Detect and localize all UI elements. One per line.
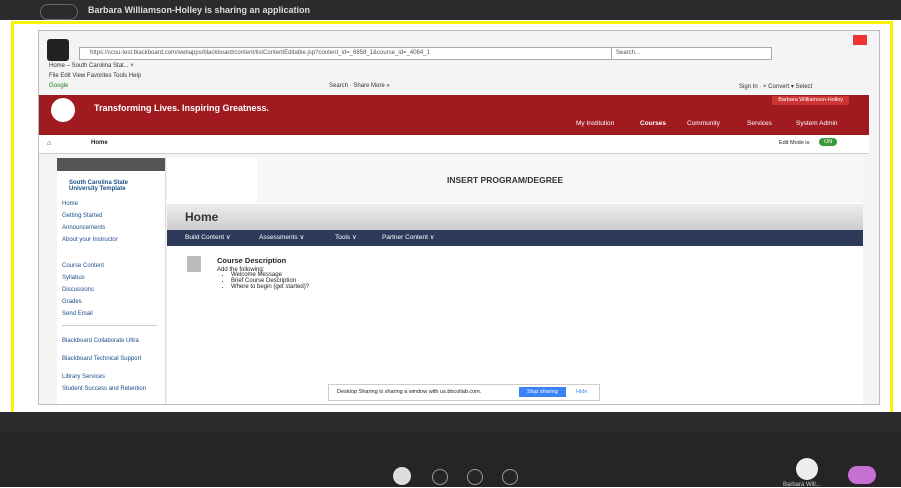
tab-community[interactable]: Community xyxy=(687,120,720,127)
tab-courses[interactable]: Courses xyxy=(640,120,666,127)
menu-course-content[interactable]: Course Content xyxy=(62,263,104,269)
share-notice-bar: Desktop Sharing is sharing a window with… xyxy=(328,384,600,401)
menu-tech-support[interactable]: Blackboard Technical Support xyxy=(62,356,152,362)
course-title[interactable]: South Carolina State University Template xyxy=(69,180,147,192)
breadcrumb[interactable]: Home xyxy=(91,140,108,146)
banner-title: Transforming Lives. Inspiring Greatness. xyxy=(94,103,270,113)
bb-banner: Transforming Lives. Inspiring Greatness.… xyxy=(39,95,869,135)
item-title[interactable]: Course Description xyxy=(217,256,286,265)
menu-library[interactable]: Library Services xyxy=(62,374,105,380)
menu-about-instructor[interactable]: About your Instructor xyxy=(62,237,118,243)
user-menu[interactable]: Barbara Williamson-Holley xyxy=(772,96,849,105)
menu-discussions[interactable]: Discussions xyxy=(62,287,94,293)
view-options-button[interactable] xyxy=(40,4,78,20)
close-window-button[interactable] xyxy=(853,35,867,45)
bullet-item: Where to begin (get started)? xyxy=(231,284,309,290)
course-menu: South Carolina State University Template… xyxy=(57,158,166,404)
avatar[interactable] xyxy=(393,467,411,485)
edit-mode-toggle[interactable]: ON xyxy=(819,138,838,146)
menu-grades[interactable]: Grades xyxy=(62,299,82,305)
mute-icon[interactable] xyxy=(432,469,448,485)
document-icon xyxy=(187,256,201,272)
zoom-gap xyxy=(0,412,901,432)
participants-icon[interactable] xyxy=(502,469,518,485)
camera-off-icon[interactable] xyxy=(467,469,483,485)
zoom-top-bar: Barbara Williamson-Holley is sharing an … xyxy=(0,0,901,20)
tab-system-admin[interactable]: System Admin xyxy=(796,120,838,127)
menu-collaborate[interactable]: Blackboard Collaborate Ultra xyxy=(62,338,152,344)
course-menu-toolbar xyxy=(57,158,165,171)
sharing-message: Barbara Williamson-Holley is sharing an … xyxy=(88,5,310,15)
expand-panel-button[interactable] xyxy=(848,466,876,484)
toolbar-search[interactable]: Search · Share More » xyxy=(329,83,390,89)
assessments-button[interactable]: Assessments ∨ xyxy=(259,233,304,241)
menu-announcements[interactable]: Announcements xyxy=(62,225,105,231)
program-banner-text: INSERT PROGRAM/DEGREE xyxy=(447,175,564,185)
share-notice: Desktop Sharing is sharing a window with… xyxy=(337,389,482,395)
browser-tab[interactable]: Home – South Carolina Stat... × xyxy=(49,63,134,69)
back-icon[interactable] xyxy=(47,39,69,61)
menu-send-email[interactable]: Send Email xyxy=(62,311,93,317)
tab-services[interactable]: Services xyxy=(747,120,772,127)
address-bar[interactable]: https://scsu-test.blackboard.com/webapps… xyxy=(79,47,651,60)
breadcrumb-bar: ⌂ Home Edit Mode is: ON xyxy=(39,135,869,154)
presenter-name: Barbara Will... xyxy=(783,482,821,488)
presenter-avatar xyxy=(796,458,818,480)
home-icon[interactable]: ⌂ xyxy=(47,140,51,147)
menu-divider xyxy=(62,325,157,326)
tab-my-institution[interactable]: My Institution xyxy=(576,120,614,127)
item-bullets: Welcome Message Brief Course Description… xyxy=(217,272,309,290)
browser-menu[interactable]: File Edit View Favorites Tools Help xyxy=(49,73,141,79)
menu-home[interactable]: Home xyxy=(62,201,78,207)
edit-mode-label: Edit Mode is: xyxy=(779,140,811,146)
page-header: Home xyxy=(167,204,863,230)
tools-button[interactable]: Tools ∨ xyxy=(335,233,357,241)
menu-syllabus[interactable]: Syllabus xyxy=(62,275,85,281)
browser-window: https://scsu-test.blackboard.com/webapps… xyxy=(38,30,880,405)
menu-getting-started[interactable]: Getting Started xyxy=(62,213,102,219)
hide-button[interactable]: Hide xyxy=(576,389,587,395)
partner-content-button[interactable]: Partner Content ∨ xyxy=(382,233,434,241)
university-seal-icon xyxy=(51,98,75,122)
signin-link[interactable]: Sign In · × Convert ▾ Select xyxy=(739,83,812,90)
page-title: Home xyxy=(185,210,219,224)
program-banner: INSERT PROGRAM/DEGREE xyxy=(257,158,863,203)
content-area: INSERT PROGRAM/DEGREE Home Build Content… xyxy=(167,158,863,404)
google-toolbar[interactable]: Google xyxy=(49,83,68,89)
zoom-control-bar: Barbara Will... xyxy=(0,432,901,488)
stop-sharing-button[interactable]: Stop sharing xyxy=(519,387,566,397)
search-input[interactable]: Search... xyxy=(611,47,772,60)
action-bar: Build Content ∨ Assessments ∨ Tools ∨ Pa… xyxy=(167,230,863,246)
menu-student-success[interactable]: Student Success and Retention xyxy=(62,386,152,392)
build-content-button[interactable]: Build Content ∨ xyxy=(185,233,231,241)
